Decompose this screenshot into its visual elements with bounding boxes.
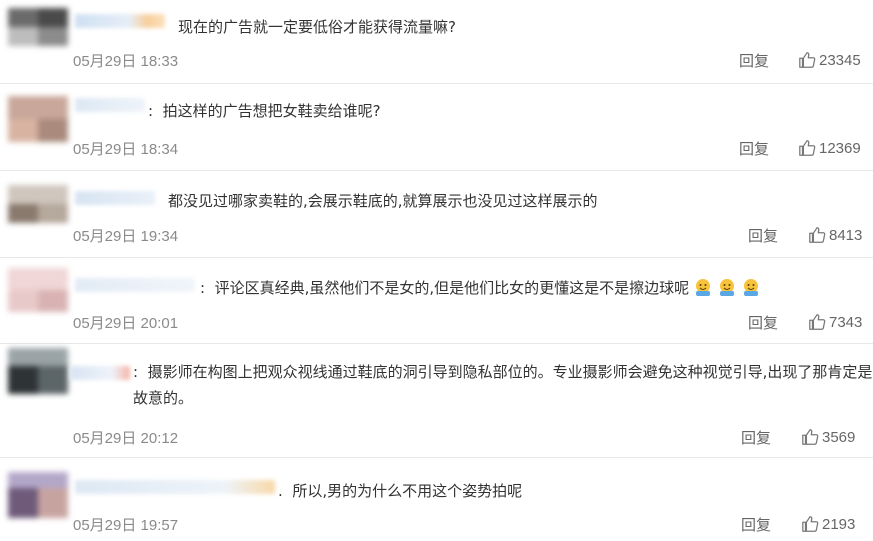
comment-date: 05月29日 18:34 xyxy=(73,141,179,158)
like-button[interactable]: 3569 xyxy=(801,428,855,446)
comment-date: 05月29日 20:12 xyxy=(73,430,179,447)
username-blurred[interactable] xyxy=(75,191,155,205)
hug-emoji-icon xyxy=(744,279,759,296)
username-blurred[interactable] xyxy=(75,278,195,292)
comment-item: 都没见过哪家卖鞋的,会展示鞋底的,就算展示也没见过这样展示的 05月29日 19… xyxy=(0,171,873,258)
thumbs-up-icon xyxy=(802,429,819,445)
like-count: 7343 xyxy=(829,313,863,331)
hug-emoji-icon xyxy=(720,279,735,296)
reply-button[interactable]: 回复 xyxy=(739,50,769,71)
comment-date: 05月29日 18:33 xyxy=(73,53,179,70)
like-button[interactable]: 23345 xyxy=(798,51,861,69)
like-count: 8413 xyxy=(829,226,863,244)
avatar[interactable] xyxy=(8,472,68,518)
thumbs-up-icon xyxy=(799,140,816,156)
hug-emoji-icon xyxy=(696,279,711,296)
comment-prefix: . xyxy=(278,482,283,500)
comment-text: : 评论区真经典,虽然他们不是女的,但是他们比女的更懂这是不是擦边球呢 xyxy=(200,275,761,301)
avatar[interactable] xyxy=(8,96,68,142)
reply-button[interactable]: 回复 xyxy=(741,514,771,535)
comment-text: : 摄影师在构图上把观众视线通过鞋底的洞引导到隐私部位的。专业摄影师会避免这种视… xyxy=(133,363,873,407)
username-blurred[interactable] xyxy=(75,14,165,28)
reply-button[interactable]: 回复 xyxy=(741,427,771,448)
like-button[interactable]: 7343 xyxy=(808,313,862,331)
comment-item: . 所以,男的为什么不用这个姿势拍呢 05月29日 19:57 回复 2193 xyxy=(0,458,873,541)
comment-date: 05月29日 19:57 xyxy=(73,517,179,534)
thumbs-up-icon xyxy=(809,314,826,330)
comment-prefix: : xyxy=(148,102,154,120)
username-blurred[interactable] xyxy=(75,480,275,494)
like-count: 3569 xyxy=(822,428,856,446)
username-blurred[interactable] xyxy=(70,366,130,380)
avatar[interactable] xyxy=(8,348,68,394)
username-blurred[interactable] xyxy=(75,98,145,112)
comment-item: 现在的广告就一定要低俗才能获得流量嘛? 05月29日 18:33 回复 2334… xyxy=(0,0,873,84)
thumbs-up-icon xyxy=(799,52,816,68)
comment-text: : 拍这样的广告想把女鞋卖给谁呢? xyxy=(148,102,381,120)
like-button[interactable]: 8413 xyxy=(808,226,862,244)
thumbs-up-icon xyxy=(809,227,826,243)
reply-button[interactable]: 回复 xyxy=(739,138,769,159)
comment-text: 都没见过哪家卖鞋的,会展示鞋底的,就算展示也没见过这样展示的 xyxy=(168,192,598,210)
like-button[interactable]: 12369 xyxy=(798,139,861,157)
like-button[interactable]: 2193 xyxy=(801,515,855,533)
thumbs-up-icon xyxy=(802,516,819,532)
comment-text: . 所以,男的为什么不用这个姿势拍呢 xyxy=(278,482,523,500)
avatar[interactable] xyxy=(8,8,68,46)
comment-item: : 拍这样的广告想把女鞋卖给谁呢? 05月29日 18:34 回复 12369 xyxy=(0,84,873,171)
comment-item: : 摄影师在构图上把观众视线通过鞋底的洞引导到隐私部位的。专业摄影师会避免这种视… xyxy=(0,344,873,458)
comment-prefix: : xyxy=(200,279,206,297)
reply-button[interactable]: 回复 xyxy=(748,225,778,246)
comment-text: 现在的广告就一定要低俗才能获得流量嘛? xyxy=(178,18,456,36)
like-count: 12369 xyxy=(819,139,861,157)
avatar[interactable] xyxy=(8,185,68,223)
like-count: 23345 xyxy=(819,51,861,69)
like-count: 2193 xyxy=(822,515,856,533)
reply-button[interactable]: 回复 xyxy=(748,312,778,333)
avatar[interactable] xyxy=(8,268,68,312)
comment-item: : 评论区真经典,虽然他们不是女的,但是他们比女的更懂这是不是擦边球呢 05月2… xyxy=(0,258,873,344)
comment-date: 05月29日 20:01 xyxy=(73,315,179,332)
comment-prefix: : xyxy=(133,363,139,381)
comment-date: 05月29日 19:34 xyxy=(73,228,179,245)
